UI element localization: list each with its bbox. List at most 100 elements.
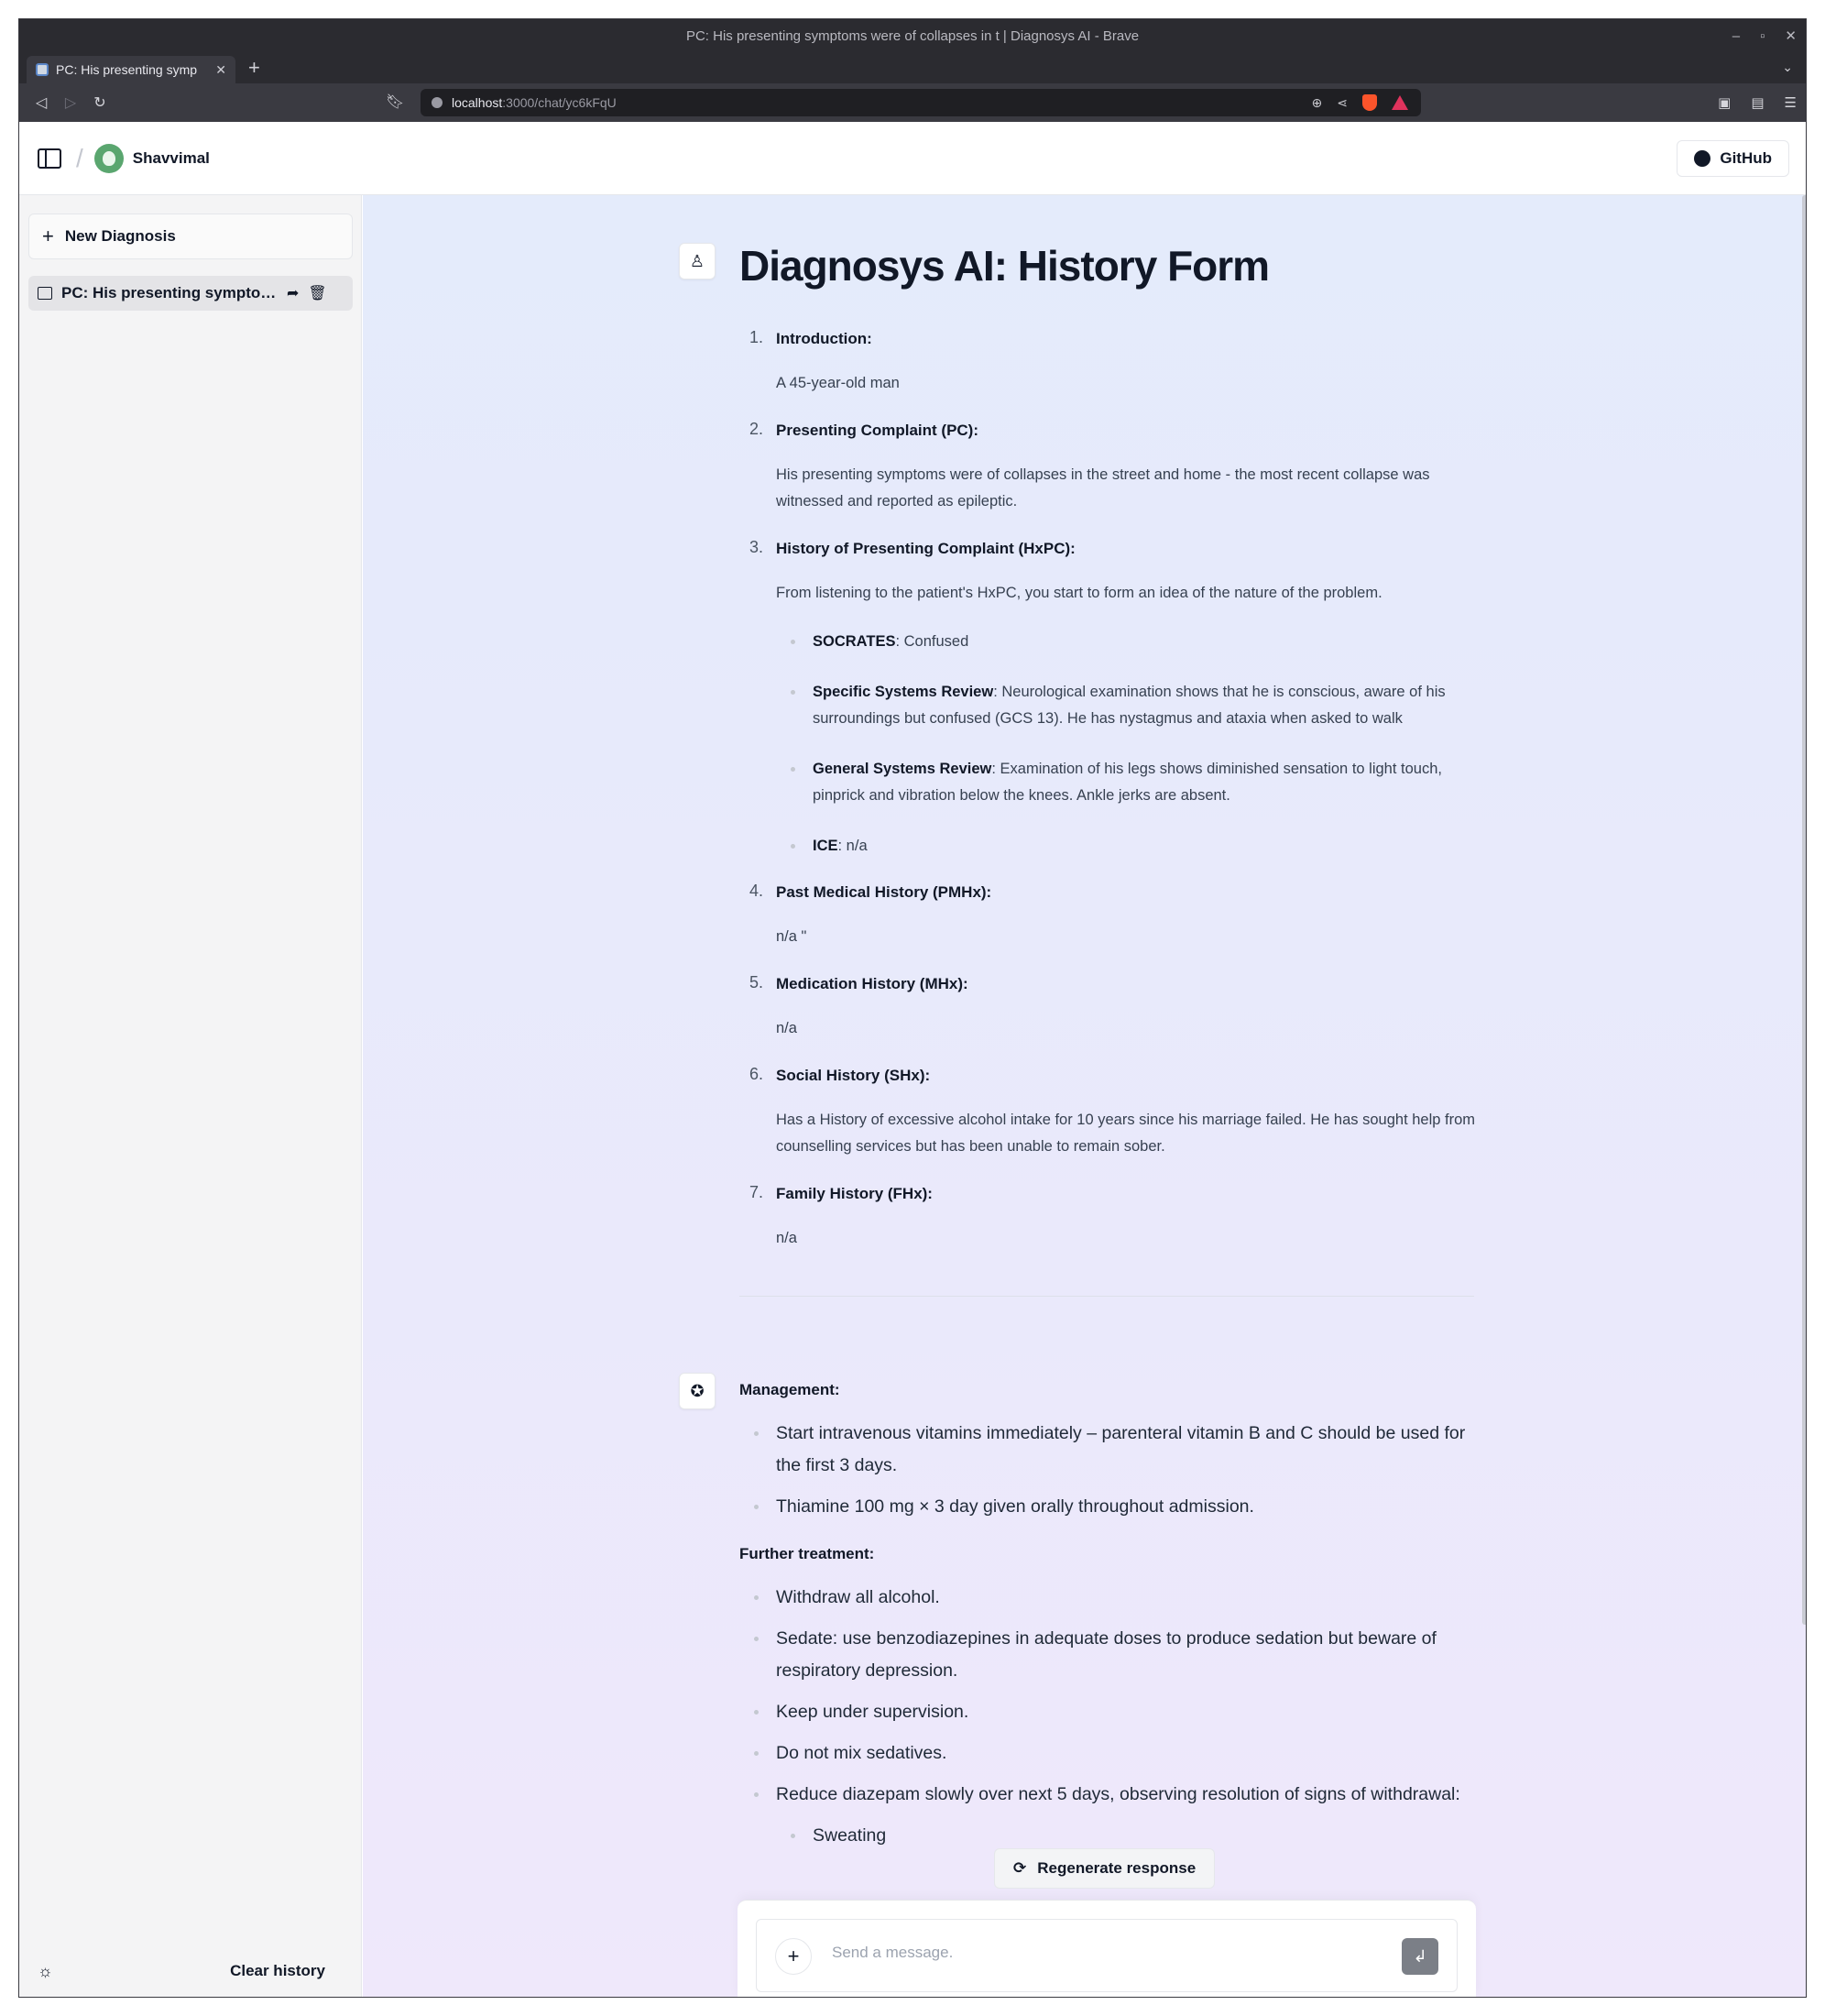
- section-heading: Introduction:: [776, 329, 872, 347]
- further-treatment-list: Withdraw all alcohol. Sedate: use benzod…: [754, 1582, 1481, 1811]
- title-bar: PC: His presenting symptoms were of coll…: [19, 19, 1806, 52]
- url-text: localhost:3000/chat/yc6kFqU: [452, 95, 617, 110]
- sidebar-panel-icon[interactable]: ▣: [1718, 94, 1731, 111]
- user-avatar-icon: ♙: [679, 243, 716, 279]
- new-chat-plus-icon[interactable]: +: [775, 1938, 812, 1975]
- share-page-icon[interactable]: ⋖: [1337, 95, 1348, 111]
- section-heading: Medication History (MHx):: [776, 974, 968, 992]
- browser-toolbar: ◁ ▷ ↻ 🔖︎ localhost:3000/chat/yc6kFqU ⊕ ⋖…: [19, 83, 1806, 122]
- list-item: General Systems Review: Examination of h…: [791, 756, 1481, 809]
- regenerate-label: Regenerate response: [1037, 1859, 1197, 1877]
- github-button[interactable]: GitHub: [1677, 140, 1789, 177]
- new-tab-icon[interactable]: +: [248, 56, 260, 80]
- list-item: Start intravenous vitamins immediately –…: [754, 1418, 1481, 1482]
- scrollbar[interactable]: [1802, 195, 1806, 1625]
- browser-window: PC: His presenting symptoms were of coll…: [18, 18, 1807, 1998]
- reload-icon[interactable]: ↻: [85, 88, 115, 117]
- sidebar-footer: ☼ Clear history: [19, 1944, 362, 1997]
- list-item: Reduce diazepam slowly over next 5 days,…: [754, 1779, 1481, 1811]
- hxpc-list: SOCRATES: Confused Specific Systems Revi…: [791, 629, 1481, 860]
- form-section: 7. Family History (FHx): n/a: [749, 1183, 1481, 1252]
- menu-icon[interactable]: ☰: [1785, 94, 1797, 111]
- section-text: From listening to the patient's HxPC, yo…: [776, 584, 1382, 601]
- tab-close-icon[interactable]: ✕: [215, 62, 226, 78]
- breadcrumb-separator: /: [76, 143, 83, 172]
- app: / Shavvimal GitHub + New Diagnosis PC: H…: [19, 122, 1806, 1997]
- tab-strip: PC: His presenting symp ✕ + ⌄: [19, 52, 1806, 83]
- composer: + ↲: [738, 1900, 1476, 1997]
- tab-list-chevron-icon[interactable]: ⌄: [1782, 60, 1793, 75]
- trash-icon[interactable]: 🗑︎: [308, 284, 326, 302]
- management-list: Start intravenous vitamins immediately –…: [754, 1418, 1481, 1523]
- form-section: 3. History of Presenting Complaint (HxPC…: [749, 538, 1481, 860]
- clear-history-button[interactable]: Clear history: [230, 1962, 344, 1980]
- list-item: Keep under supervision.: [754, 1696, 1481, 1728]
- list-item: Specific Systems Review: Neurological ex…: [791, 679, 1481, 732]
- chat-title: PC: His presenting symptoms were of coll…: [61, 284, 278, 301]
- address-bar-actions: ⊕ ⋖: [1312, 89, 1408, 116]
- section-text: Has a History of excessive alcohol intak…: [776, 1111, 1476, 1155]
- zoom-icon[interactable]: ⊕: [1312, 95, 1323, 111]
- form-section: 2. Presenting Complaint (PC): His presen…: [749, 420, 1481, 515]
- page-title: Diagnosys AI: History Form: [739, 242, 1270, 290]
- section-text: His presenting symptoms were of collapse…: [776, 466, 1430, 509]
- user-name[interactable]: Shavvimal: [133, 149, 210, 168]
- assistant-message: Management: Start intravenous vitamins i…: [739, 1381, 1481, 1852]
- message-input[interactable]: [832, 1944, 1382, 1962]
- list-item: Thiamine 100 mg × 3 day given orally thr…: [754, 1491, 1481, 1523]
- section-heading: Family History (FHx):: [776, 1184, 933, 1202]
- share-icon[interactable]: ➦: [287, 284, 299, 302]
- assistant-avatar-icon: ✪: [679, 1373, 716, 1409]
- theme-toggle-icon[interactable]: ☼: [38, 1962, 53, 1981]
- window-controls: – ▫ ✕: [1732, 19, 1797, 52]
- further-treatment-heading: Further treatment:: [739, 1545, 875, 1562]
- form-section: 5. Medication History (MHx): n/a: [749, 973, 1481, 1042]
- list-item: Do not mix sedatives.: [754, 1737, 1481, 1769]
- tab-title: PC: His presenting symp: [56, 62, 198, 77]
- section-text: n/a: [776, 1229, 797, 1246]
- message-box: + ↲: [756, 1919, 1458, 1992]
- brave-shields-icon[interactable]: [1362, 94, 1377, 111]
- app-header: / Shavvimal GitHub: [19, 122, 1806, 195]
- maximize-icon[interactable]: ▫: [1760, 28, 1765, 44]
- new-diagnosis-button[interactable]: + New Diagnosis: [28, 214, 353, 259]
- message-divider: [739, 1295, 1474, 1297]
- github-icon: [1694, 150, 1711, 167]
- window-title: PC: His presenting symptoms were of coll…: [685, 27, 1140, 44]
- section-text: A 45-year-old man: [776, 374, 900, 391]
- withdrawal-signs-list: Sweating: [791, 1820, 1481, 1852]
- section-heading: Past Medical History (PMHx):: [776, 882, 992, 901]
- message-icon: [38, 287, 52, 300]
- section-text: n/a: [776, 1019, 797, 1036]
- form-section: 1. Introduction: A 45-year-old man: [749, 328, 1481, 397]
- list-item: Withdraw all alcohol.: [754, 1582, 1481, 1614]
- browser-tab[interactable]: PC: His presenting symp ✕: [27, 56, 235, 83]
- user-message: Diagnosys AI: History Form 1. Introducti…: [739, 243, 1481, 1297]
- plus-icon: +: [42, 225, 54, 247]
- close-window-icon[interactable]: ✕: [1785, 27, 1797, 44]
- brave-rewards-icon[interactable]: [1392, 95, 1408, 110]
- wallet-icon[interactable]: ▤: [1751, 94, 1764, 111]
- sidebar: + New Diagnosis PC: His presenting sympt…: [19, 195, 362, 1997]
- section-heading: Social History (SHx):: [776, 1066, 931, 1084]
- favicon-icon: [36, 63, 49, 76]
- section-heading: Presenting Complaint (PC):: [776, 421, 979, 439]
- refresh-icon: ⟳: [1013, 1859, 1027, 1877]
- forward-icon[interactable]: ▷: [56, 88, 85, 117]
- minimize-icon[interactable]: –: [1732, 28, 1740, 44]
- new-diagnosis-label: New Diagnosis: [64, 227, 176, 245]
- regenerate-response-button[interactable]: ⟳ Regenerate response: [994, 1848, 1216, 1889]
- sidebar-chat-item[interactable]: PC: His presenting symptoms were of coll…: [28, 276, 353, 311]
- form-section: 4. Past Medical History (PMHx): n/a ": [749, 882, 1481, 950]
- send-icon[interactable]: ↲: [1402, 1938, 1438, 1975]
- management-heading: Management:: [739, 1381, 840, 1398]
- bookmark-icon[interactable]: 🔖︎: [386, 93, 404, 111]
- toolbar-right: ▣ ▤ ☰: [1718, 83, 1797, 122]
- chat-panel: ♙ Diagnosys AI: History Form 1. Introduc…: [363, 195, 1806, 1997]
- site-info-icon[interactable]: [432, 97, 443, 108]
- back-icon[interactable]: ◁: [27, 88, 56, 117]
- list-item: SOCRATES: Confused: [791, 629, 1481, 655]
- address-bar[interactable]: localhost:3000/chat/yc6kFqU ⊕ ⋖: [421, 89, 1421, 116]
- sidebar-toggle-icon[interactable]: [38, 148, 61, 169]
- avatar[interactable]: [93, 143, 124, 173]
